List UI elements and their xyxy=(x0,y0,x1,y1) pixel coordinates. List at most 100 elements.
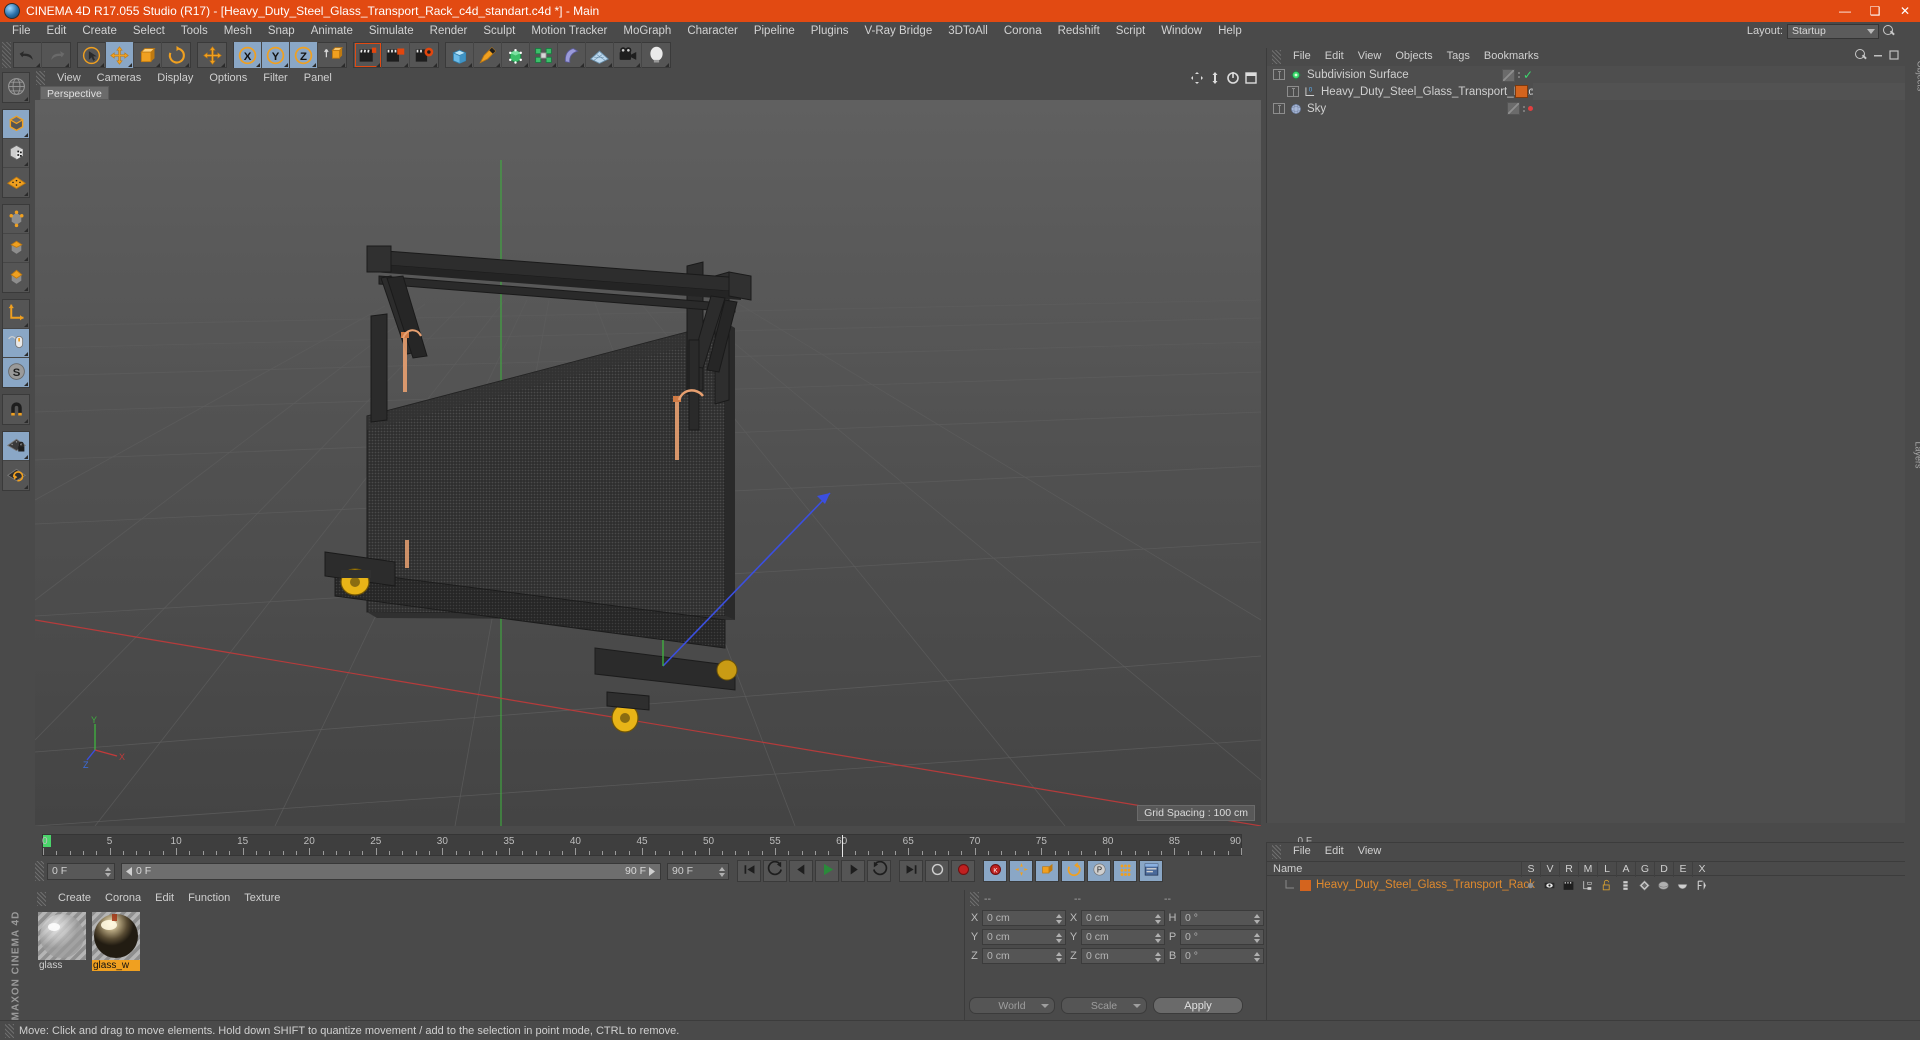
coordinate-system-dropdown[interactable]: World xyxy=(969,997,1055,1014)
timeline-toggle-button[interactable] xyxy=(1139,860,1163,882)
object-tag[interactable] xyxy=(1507,102,1520,115)
material-menu-edit[interactable]: Edit xyxy=(148,890,181,907)
attribute-column-g[interactable]: G xyxy=(1635,862,1654,877)
object-axis-button[interactable] xyxy=(3,300,29,329)
attribute-column-e[interactable]: E xyxy=(1673,862,1692,877)
edge-tab-structure[interactable]: Structure xyxy=(1905,250,1920,320)
attribute-menu-file[interactable]: File xyxy=(1286,843,1318,860)
add-cube-button[interactable] xyxy=(446,42,474,68)
menu-3dtoall[interactable]: 3DToAll xyxy=(940,22,996,40)
menu-character[interactable]: Character xyxy=(679,22,746,40)
keyframe-selection-button[interactable]: K xyxy=(983,860,1007,882)
object-manager-grip[interactable] xyxy=(1272,49,1281,64)
object-manager-menu-file[interactable]: File xyxy=(1286,48,1318,65)
deformer-icon[interactable] xyxy=(1654,879,1673,892)
spinner-icon[interactable] xyxy=(1056,951,1062,963)
coordinate-field-z-1[interactable]: 0 cm xyxy=(1081,948,1165,964)
edges-mode-button[interactable] xyxy=(3,234,29,263)
menu-script[interactable]: Script xyxy=(1108,22,1153,40)
layout-dropdown[interactable]: Startup xyxy=(1787,23,1879,39)
attribute-column-a[interactable]: A xyxy=(1616,862,1635,877)
maximize-view-icon[interactable] xyxy=(1244,71,1258,85)
menu-simulate[interactable]: Simulate xyxy=(361,22,422,40)
spinner-icon[interactable] xyxy=(1155,913,1161,925)
material-menu-function[interactable]: Function xyxy=(181,890,237,907)
spinner-icon[interactable] xyxy=(1056,913,1062,925)
menu-edit[interactable]: Edit xyxy=(39,22,75,40)
menu-select[interactable]: Select xyxy=(125,22,173,40)
lock-workplane-button[interactable] xyxy=(3,432,29,461)
soft-selection-button[interactable]: S xyxy=(3,358,29,387)
viewport-menu-panel[interactable]: Panel xyxy=(296,70,340,86)
go-to-end-button[interactable] xyxy=(899,860,923,882)
object-manager-menu-objects[interactable]: Objects xyxy=(1388,48,1439,65)
coordinate-field-b-2[interactable]: 0 ° xyxy=(1180,948,1264,964)
viewport-3d-canvas[interactable]: Y X Z Grid Spacing : 100 cm xyxy=(35,100,1261,826)
menu-snap[interactable]: Snap xyxy=(260,22,303,40)
make-editable-button[interactable] xyxy=(3,73,29,102)
attribute-column-d[interactable]: D xyxy=(1654,862,1673,877)
add-scene-object-button[interactable] xyxy=(586,42,614,68)
z-axis-lock[interactable]: Z xyxy=(290,42,318,68)
add-light-button[interactable] xyxy=(642,42,670,68)
coordinates-grip[interactable] xyxy=(970,891,979,906)
material-item[interactable]: glass_w xyxy=(92,912,140,1020)
menu-animate[interactable]: Animate xyxy=(303,22,361,40)
spinner-icon[interactable] xyxy=(105,866,111,878)
preview-range-bar[interactable]: 0 F 90 F xyxy=(121,862,661,880)
minimize-button[interactable]: — xyxy=(1830,0,1860,22)
scale-tool[interactable] xyxy=(134,42,162,68)
live-selection-tool[interactable] xyxy=(78,42,106,68)
zoom-icon[interactable] xyxy=(1208,71,1222,85)
menu-redshift[interactable]: Redshift xyxy=(1050,22,1108,40)
material-list[interactable]: glass glass_w xyxy=(32,908,962,1020)
object-row[interactable]: Subdivision Surface ✓ xyxy=(1267,66,1905,83)
viewport-menu-view[interactable]: View xyxy=(49,70,89,86)
status-bar-grip[interactable] xyxy=(5,1023,14,1038)
attribute-menu-edit[interactable]: Edit xyxy=(1318,843,1351,860)
parameter-key-button[interactable]: P xyxy=(1087,860,1111,882)
object-manager-tree[interactable]: Subdivision Surface ✓ 0 Heavy_Duty_Steel_Gl… xyxy=(1267,66,1905,823)
play-button[interactable] xyxy=(815,860,839,882)
menu-mesh[interactable]: Mesh xyxy=(216,22,260,40)
object-manager-maximize-icon[interactable] xyxy=(1888,49,1900,61)
visibility-dots-icon[interactable] xyxy=(1523,105,1525,112)
close-button[interactable]: ✕ xyxy=(1890,0,1920,22)
world-object-coords[interactable] xyxy=(318,42,346,68)
object-row[interactable]: 0 Heavy_Duty_Steel_Glass_Transport_Rack xyxy=(1267,83,1905,100)
magnet-tool-button[interactable] xyxy=(3,395,29,424)
attribute-column-x[interactable]: X xyxy=(1692,862,1711,877)
material-preview[interactable] xyxy=(92,912,140,960)
polygons-mode-button[interactable] xyxy=(3,263,29,292)
object-manager-minimize-icon[interactable] xyxy=(1872,49,1884,61)
edge-tab-objects[interactable]: Objects xyxy=(1905,50,1920,108)
hierarchy-icon[interactable] xyxy=(1578,879,1597,892)
visibility-icon[interactable] xyxy=(1540,879,1559,892)
menu-pipeline[interactable]: Pipeline xyxy=(746,22,803,40)
toolbar-grip[interactable] xyxy=(2,42,11,68)
tree-expand-toggle[interactable] xyxy=(1273,103,1285,114)
step-forward-keyframe-button[interactable] xyxy=(867,860,891,882)
search-icon[interactable] xyxy=(1883,24,1896,38)
object-manager-menu-tags[interactable]: Tags xyxy=(1440,48,1477,65)
undo-button[interactable] xyxy=(14,42,42,68)
object-row[interactable]: Sky xyxy=(1267,100,1905,117)
layer-stack-icon[interactable] xyxy=(1616,879,1635,892)
scale-key-button[interactable] xyxy=(1035,860,1059,882)
rotate-tool[interactable] xyxy=(162,42,190,68)
object-manager-menu-view[interactable]: View xyxy=(1351,48,1389,65)
menu-motion-tracker[interactable]: Motion Tracker xyxy=(523,22,615,40)
add-camera-button[interactable] xyxy=(614,42,642,68)
spinner-icon[interactable] xyxy=(719,866,725,878)
spinner-icon[interactable] xyxy=(1155,951,1161,963)
tree-expand-toggle[interactable] xyxy=(1287,86,1299,97)
tree-expand-toggle[interactable] xyxy=(1273,69,1285,80)
add-spline-button[interactable] xyxy=(474,42,502,68)
coordinate-field-x-1[interactable]: 0 cm xyxy=(1081,910,1165,926)
coordinate-field-p-2[interactable]: 0 ° xyxy=(1180,929,1264,945)
menu-help[interactable]: Help xyxy=(1210,22,1250,40)
coordinate-field-x-0[interactable]: 0 cm xyxy=(982,910,1066,926)
move-axis-tool[interactable] xyxy=(198,42,226,68)
spinner-icon[interactable] xyxy=(1155,932,1161,944)
position-key-button[interactable] xyxy=(1009,860,1033,882)
